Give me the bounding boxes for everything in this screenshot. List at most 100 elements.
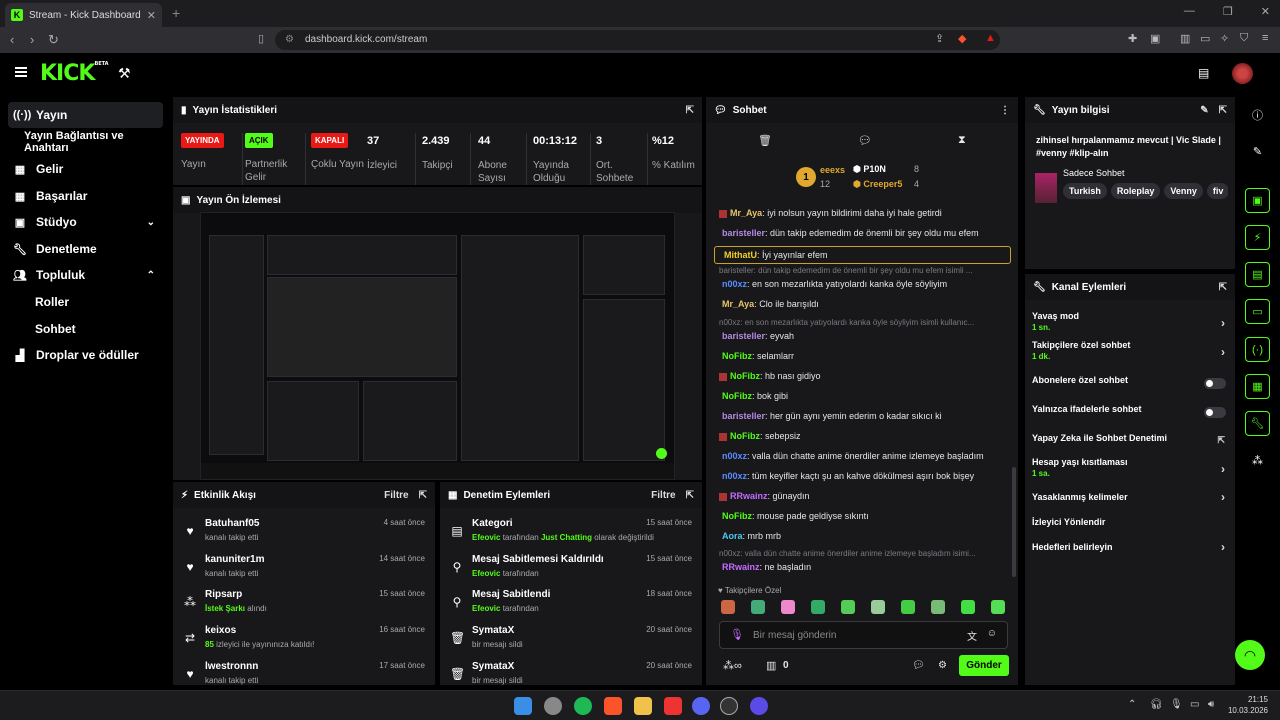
info-icon[interactable]: ⓘ — [1245, 102, 1270, 127]
action-goals[interactable]: Hedefleri belirleyin › — [1025, 540, 1235, 568]
close-window-icon[interactable]: ✕ — [1261, 5, 1270, 18]
browser-tab[interactable]: K Stream - Kick Dashboard ✕ — [5, 3, 162, 27]
sidebar-item-gelir[interactable]: ▦ Gelir — [8, 156, 163, 182]
forward-icon[interactable]: › — [30, 32, 34, 47]
headset-icon[interactable]: 🎧︎ — [1150, 699, 1163, 710]
popout-icon[interactable]: ⇱ — [1219, 282, 1227, 293]
action-banned-words[interactable]: Yasaklanmış kelimeler › — [1025, 490, 1235, 518]
sidebar-item-roller[interactable]: Roller — [8, 289, 163, 315]
action-slow-mode[interactable]: Yavaş mod 1 sn. › — [1025, 311, 1235, 337]
url-field[interactable]: ⚙ dashboard.kick.com/stream — [275, 30, 1000, 50]
emote-icon[interactable] — [841, 600, 855, 614]
send-button[interactable]: Gönder — [959, 655, 1009, 676]
edit-icon[interactable]: ✎ — [1245, 139, 1270, 164]
chat-username[interactable]: n00xz — [722, 279, 747, 289]
microphone-icon[interactable]: 🎙︎ — [730, 628, 744, 641]
volume-icon[interactable]: 🔊︎ — [1208, 699, 1214, 710]
moderation-toggle-icon[interactable]: ▦ — [1245, 374, 1270, 399]
chat-toggle-icon[interactable]: ▭ — [1245, 299, 1270, 324]
discord-icon[interactable] — [692, 697, 710, 715]
chat-username[interactable]: baristeller — [722, 228, 765, 238]
extensions-icon[interactable]: ✚ — [1128, 32, 1137, 45]
item-highlight[interactable]: Efeovic — [472, 569, 500, 578]
chat-username[interactable]: NoFibz — [722, 511, 752, 521]
lightning-icon[interactable]: ⚡︎ — [1245, 225, 1270, 250]
chat-username[interactable]: Aora — [722, 531, 743, 541]
emoji-icon[interactable]: ☺ — [987, 628, 997, 639]
leo-icon[interactable]: ✧ — [1220, 32, 1229, 45]
files-icon[interactable] — [634, 697, 652, 715]
category-name[interactable]: Sadece Sohbet — [1063, 168, 1125, 178]
chat-scrollbar[interactable] — [1012, 467, 1016, 577]
action-account-age[interactable]: Hesap yaşı kısıtlaması 1 sa. › — [1025, 457, 1235, 483]
chat-username[interactable]: MithatU — [724, 250, 757, 260]
emotes-only-toggle[interactable] — [1204, 407, 1226, 418]
points-icon[interactable]: ⁂ — [1245, 448, 1270, 473]
sidebar-item-studyo[interactable]: ▣ Stüdyo ⌄ — [8, 209, 163, 235]
chat-username[interactable]: Mr_Aya — [730, 208, 762, 218]
popout-icon[interactable]: ⇱ — [1219, 105, 1227, 116]
leader-3[interactable]: ⬢ Creeper5 — [853, 179, 902, 190]
chat-username[interactable]: baristeller — [722, 331, 765, 341]
emote-icon[interactable] — [721, 600, 735, 614]
action-host[interactable]: İzleyici Yönlendir — [1025, 517, 1235, 543]
filter-button[interactable]: Filtre — [651, 490, 675, 501]
stream-preview-video[interactable] — [200, 212, 675, 480]
item-user[interactable]: keixos — [205, 625, 236, 636]
item-user[interactable]: lwestronnn — [205, 661, 258, 672]
chat-username[interactable]: NoFibz — [730, 431, 760, 441]
sidebar-toggle-icon[interactable]: ▥ — [1180, 32, 1190, 45]
emote-icon[interactable] — [871, 600, 885, 614]
wrench-toggle-icon[interactable]: 🔧︎ — [1245, 411, 1270, 436]
emote-icon[interactable] — [811, 600, 825, 614]
emote-icon[interactable] — [751, 600, 765, 614]
sidebar-item-sohbet[interactable]: Sohbet — [8, 316, 163, 342]
menu-icon[interactable]: ≡ — [1262, 32, 1268, 44]
clock[interactable]: 21:15 10.03.2026 — [1226, 694, 1268, 716]
brave-shield-icon[interactable]: ◆ — [958, 32, 966, 45]
popout-icon[interactable]: ⇱ — [686, 105, 694, 116]
edit-icon[interactable]: ✎ — [1200, 105, 1208, 116]
restore-icon[interactable]: ❐ — [1223, 5, 1233, 18]
brave-rewards-icon[interactable]: ▲ — [985, 32, 996, 44]
chat-username[interactable]: RRwainz — [730, 491, 768, 501]
preview-toggle-icon[interactable]: ▣ — [1245, 188, 1270, 213]
share-icon[interactable]: ⇪ — [935, 32, 944, 45]
chat-settings-bubble-icon[interactable]: 💬︎ — [912, 660, 925, 671]
more-options-icon[interactable]: ⋮ — [1000, 105, 1010, 116]
document-icon[interactable]: ▤ — [1245, 262, 1270, 287]
trash-icon[interactable]: 🗑︎ — [758, 134, 772, 147]
obs-icon[interactable]: ▤ — [1198, 66, 1209, 80]
avatar[interactable] — [1232, 63, 1253, 84]
close-tab-icon[interactable]: ✕ — [147, 9, 156, 22]
mic-icon[interactable]: 🎙︎ — [1170, 699, 1183, 710]
leader-2[interactable]: ⬢ P10N — [853, 164, 886, 175]
kick-logo[interactable]: KICKBETA — [40, 61, 109, 86]
item-user[interactable]: kanuniter1m — [205, 554, 264, 565]
emote-icon[interactable] — [961, 600, 975, 614]
sidebar-item-stream-key[interactable]: Yayın Bağlantısı ve Anahtarı — [8, 129, 163, 155]
chat-username[interactable]: RRwainz — [722, 562, 760, 572]
app-icon-2[interactable] — [750, 697, 768, 715]
action-followers-only[interactable]: Takipçilere özel sohbet 1 dk. › — [1025, 340, 1235, 366]
sidebar-item-topluluk[interactable]: 👥︎ Topluluk ⌃ — [8, 262, 163, 288]
action-ai-moderation[interactable]: Yapay Zeka ile Sohbet Denetimi ⇱ — [1025, 433, 1235, 459]
sidebar-item-basarilar[interactable]: ▦ Başarılar — [8, 183, 163, 209]
screenshot-icon[interactable]: ▣ — [1150, 32, 1160, 45]
vpn-icon[interactable]: ⛉ — [1240, 32, 1248, 45]
chat-username[interactable]: NoFibz — [722, 391, 752, 401]
back-icon[interactable]: ‹ — [10, 32, 14, 47]
network-icon[interactable]: ▭ — [1190, 699, 1199, 710]
start-icon[interactable] — [514, 697, 532, 715]
tag[interactable]: Roleplay — [1110, 183, 1161, 199]
chat-username[interactable]: n00xz — [722, 451, 747, 461]
help-icon[interactable]: ◠ — [1235, 640, 1265, 670]
item-highlight[interactable]: Efeovic — [472, 533, 500, 542]
points-icon[interactable]: ⁂∞ — [723, 659, 742, 672]
tag[interactable]: Venny — [1164, 183, 1203, 199]
item-title[interactable]: SymataX — [472, 625, 514, 636]
menu-toggle-icon[interactable] — [15, 67, 27, 77]
broadcast-toggle-icon[interactable]: (·) — [1245, 337, 1270, 362]
chat-username[interactable]: baristeller — [722, 411, 765, 421]
tray-chevron-icon[interactable]: ⌃ — [1128, 699, 1136, 710]
